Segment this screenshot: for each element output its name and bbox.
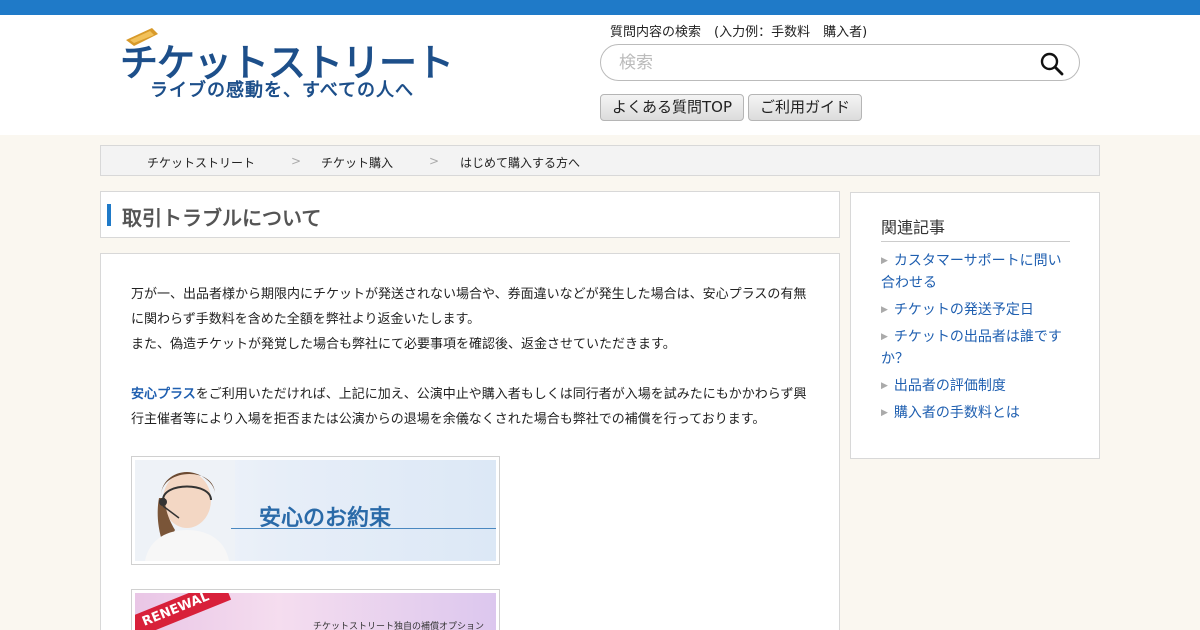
related-link-label: 出品者の評価制度 — [893, 378, 1006, 394]
breadcrumb: チケットストリート > チケット購入 > はじめて購入する方へ — [100, 145, 1100, 176]
sidebar-title: 関連記事 — [881, 214, 1070, 242]
breadcrumb-separator: > — [429, 154, 440, 168]
article-title-box: 取引トラブルについて — [100, 191, 840, 238]
paragraph-line: に関わらず手数料を含めた全額を弊社より返金いたします。 — [131, 312, 481, 327]
related-link-label: 購入者の手数料とは — [893, 405, 1020, 421]
triangle-bullet-icon: ▶ — [881, 332, 888, 342]
triangle-bullet-icon: ▶ — [881, 256, 888, 266]
anshin-plus-link[interactable]: 安心プラス — [131, 387, 196, 402]
site-logo[interactable]: チケットストリート ライブの感動を、すべての人へ — [118, 26, 458, 116]
breadcrumb-item-first-time[interactable]: はじめて購入する方へ — [460, 154, 580, 171]
related-link-label: チケットの出品者は誰ですか？ — [881, 329, 1062, 367]
triangle-bullet-icon: ▶ — [881, 381, 888, 391]
paragraph-line: 行主催者等により入場を拒否または公演からの退場を余儀なくされた場合も弊社での補償… — [131, 412, 766, 427]
related-link-label: カスタマーサポートに問い合わせる — [881, 253, 1062, 291]
operator-photo-icon — [135, 460, 235, 561]
search-input[interactable] — [619, 51, 1019, 75]
breadcrumb-item-purchase[interactable]: チケット購入 — [321, 154, 393, 171]
search-box — [600, 44, 1080, 81]
paragraph-text: をご利用いただければ、上記に加え、公演中止や購入者もしくは同行者が入場を試みたに… — [195, 387, 807, 402]
article-body: 万が一、出品者様から期限内にチケットが発送されない場合や、券面違いなどが発生した… — [100, 253, 840, 630]
anshin-plus-banner-text: チケットストリート独自の補償オプション — [313, 622, 485, 630]
top-accent-bar — [0, 0, 1200, 15]
breadcrumb-separator: > — [291, 154, 302, 168]
related-articles-sidebar: 関連記事 ▶ カスタマーサポートに問い合わせる ▶ チケットの発送予定日 ▶ チケット… — [850, 192, 1100, 459]
anshin-plus-banner[interactable]: RENEWAL チケットストリート独自の補償オプション — [131, 589, 500, 630]
related-link-contact-support[interactable]: ▶ カスタマーサポートに問い合わせる — [881, 250, 1071, 294]
related-link-buyer-fees[interactable]: ▶ 購入者の手数料とは — [881, 402, 1071, 424]
search-icon[interactable] — [1039, 51, 1065, 77]
related-link-seller-rating[interactable]: ▶ 出品者の評価制度 — [881, 375, 1071, 397]
article-paragraph-1: 万が一、出品者様から期限内にチケットが発送されない場合や、券面違いなどが発生した… — [131, 282, 816, 357]
related-link-label: チケットの発送予定日 — [893, 302, 1034, 318]
related-link-shipping-date[interactable]: ▶ チケットの発送予定日 — [881, 299, 1071, 321]
paragraph-line: また、偽造チケットが発覚した場合も弊社にて必要事項を確認後、返金させていただきま… — [131, 337, 676, 352]
paragraph-line: 万が一、出品者様から期限内にチケットが発送されない場合や、券面違いなどが発生した… — [131, 287, 807, 302]
page-title: 取引トラブルについて — [122, 206, 322, 230]
triangle-bullet-icon: ▶ — [881, 408, 888, 418]
article-paragraph-2: 安心プラスをご利用いただければ、上記に加え、公演中止や購入者もしくは同行者が入場… — [131, 382, 816, 432]
related-link-who-is-seller[interactable]: ▶ チケットの出品者は誰ですか？ — [881, 326, 1071, 370]
logo-tagline: ライブの感動を、すべての人へ — [150, 80, 415, 101]
faq-top-button[interactable]: よくある質問TOP — [600, 94, 745, 121]
banner-underline — [231, 528, 496, 529]
triangle-bullet-icon: ▶ — [881, 305, 888, 315]
anshin-plus-banner-image: RENEWAL チケットストリート独自の補償オプション — [135, 593, 496, 630]
paragraph-line: 安心プラスをご利用いただければ、上記に加え、公演中止や購入者もしくは同行者が入場… — [131, 382, 816, 407]
guide-button[interactable]: ご利用ガイド — [748, 94, 863, 121]
title-accent-bar — [107, 204, 111, 226]
promise-banner-image: 安心のお約束 — [135, 460, 496, 561]
breadcrumb-item-home[interactable]: チケットストリート — [147, 154, 255, 171]
renewal-badge: RENEWAL — [135, 593, 232, 630]
search-label: 質問内容の検索 (入力例：手数料 購入者) — [610, 25, 868, 40]
promise-banner[interactable]: 安心のお約束 — [131, 456, 500, 565]
